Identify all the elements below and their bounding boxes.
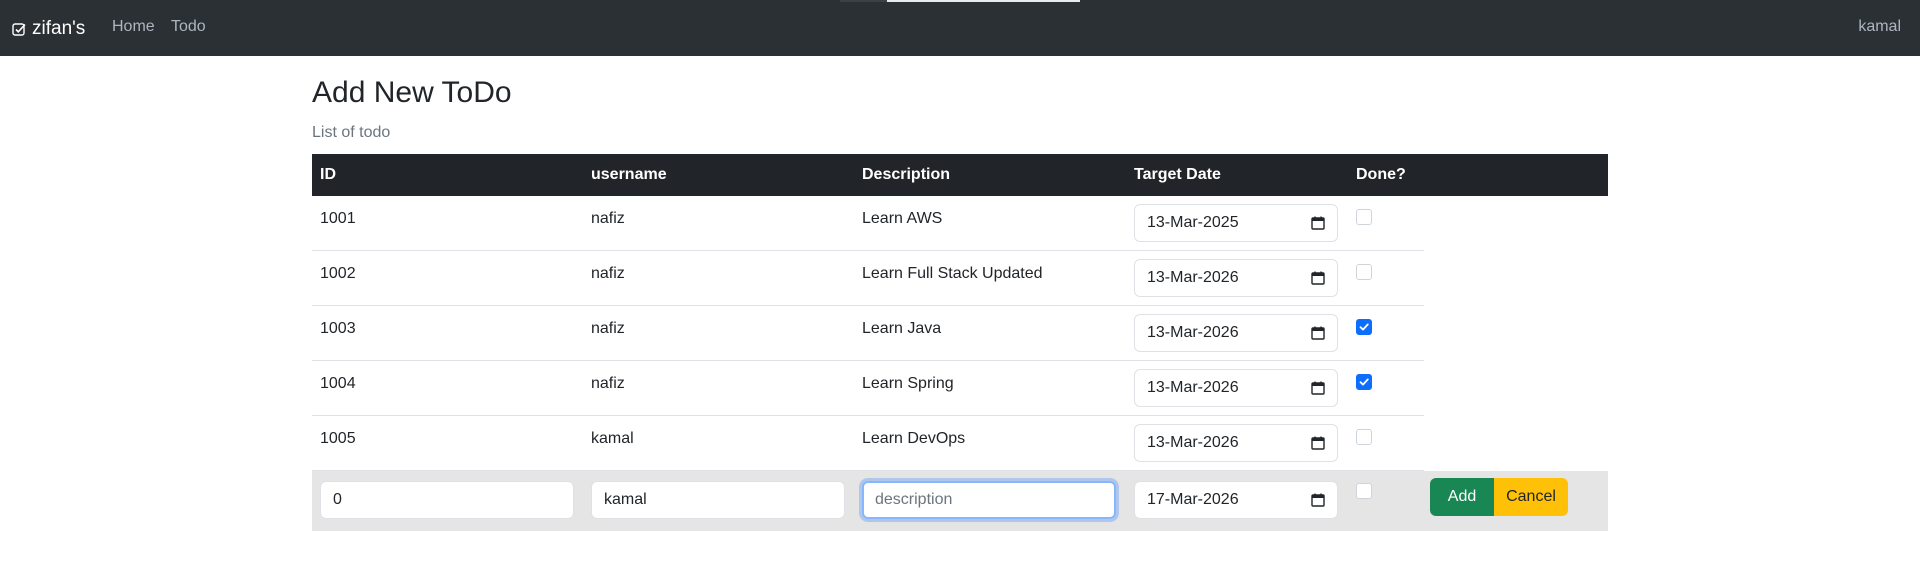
done-checkbox[interactable] (1356, 319, 1372, 335)
brand-name: zifan's (32, 18, 86, 39)
done-checkbox[interactable] (1356, 483, 1372, 499)
target-date-value: 17-Mar-2026 (1147, 491, 1239, 508)
nav-todo-link[interactable]: Todo (171, 18, 206, 36)
todo-username-cell: nafiz (591, 375, 625, 392)
todo-id-cell: 1003 (320, 320, 356, 337)
todo-username-cell: kamal (591, 430, 634, 447)
table-row: 1001 nafiz Learn AWS 13-Mar-2025 (312, 196, 1424, 251)
table-header: ID username Description Target Date Done… (312, 154, 1608, 196)
table-row: 1003 nafiz Learn Java 13-Mar-2026 (312, 306, 1424, 361)
calendar-icon[interactable] (1311, 436, 1325, 455)
target-date-input[interactable]: 13-Mar-2026 (1134, 259, 1338, 297)
add-button[interactable]: Add (1430, 478, 1494, 516)
column-header-done: Done? (1356, 166, 1406, 183)
done-checkbox[interactable] (1356, 264, 1372, 280)
todo-id-cell: 1002 (320, 265, 356, 282)
target-date-value: 13-Mar-2025 (1147, 214, 1239, 231)
calendar-icon[interactable] (1311, 326, 1325, 345)
todo-description-cell: Learn Spring (862, 375, 954, 392)
description-input[interactable]: description (862, 481, 1116, 519)
top-navbar: zifan's Home Todo kamal (0, 0, 1920, 56)
todo-username-cell: nafiz (591, 320, 625, 337)
target-date-value: 13-Mar-2026 (1147, 324, 1239, 341)
target-date-value: 13-Mar-2026 (1147, 269, 1239, 286)
calendar-icon[interactable] (1311, 216, 1325, 235)
todo-username-cell: nafiz (591, 265, 625, 282)
target-date-value: 13-Mar-2026 (1147, 379, 1239, 396)
column-header-username: username (591, 166, 667, 183)
calendar-icon[interactable] (1311, 381, 1325, 400)
todo-description-cell: Learn DevOps (862, 430, 966, 447)
target-date-input[interactable]: 13-Mar-2026 (1134, 424, 1338, 462)
target-date-input[interactable]: 13-Mar-2025 (1134, 204, 1338, 242)
todo-username-cell: nafiz (591, 210, 625, 227)
target-date-input[interactable]: 17-Mar-2026 (1134, 481, 1338, 519)
table-row: 1002 nafiz Learn Full Stack Updated 13-Mar-… (312, 251, 1424, 306)
nav-username[interactable]: kamal (1858, 18, 1901, 36)
table-row: 1004 nafiz Learn Spring 13-Mar-2026 (312, 361, 1424, 416)
table-row: 1005 kamal Learn DevOps 13-Mar-2026 (312, 416, 1424, 471)
todo-description-cell: Learn Java (862, 320, 942, 337)
navbar-accent-line (840, 0, 1080, 2)
target-date-input[interactable]: 13-Mar-2026 (1134, 369, 1338, 407)
username-input[interactable]: kamal (591, 481, 845, 519)
todo-description-cell: Learn Full Stack Updated (862, 265, 1043, 282)
column-header-description: Description (862, 166, 951, 183)
todo-id-cell: 1004 (320, 375, 356, 392)
done-checkbox[interactable] (1356, 429, 1372, 445)
checkbox-icon (12, 22, 26, 36)
brand-link[interactable]: zifan's (12, 16, 85, 42)
new-todo-form-row: 0 kamal description 17-Mar-2026 Add Canc… (312, 471, 1608, 531)
todo-id-cell: 1005 (320, 430, 356, 447)
target-date-value: 13-Mar-2026 (1147, 434, 1239, 451)
table-caption: List of todo (312, 124, 391, 141)
todo-id-cell: 1001 (320, 210, 356, 227)
nav-home-link[interactable]: Home (112, 18, 155, 36)
column-header-target-date: Target Date (1134, 166, 1221, 183)
calendar-icon[interactable] (1311, 271, 1325, 290)
target-date-input[interactable]: 13-Mar-2026 (1134, 314, 1338, 352)
done-checkbox[interactable] (1356, 209, 1372, 225)
column-header-id: ID (320, 166, 336, 183)
todo-description-cell: Learn AWS (862, 210, 943, 227)
calendar-icon[interactable] (1311, 493, 1325, 512)
cancel-button[interactable]: Cancel (1494, 478, 1568, 516)
page-title: Add New ToDo (312, 76, 512, 109)
done-checkbox[interactable] (1356, 374, 1372, 390)
id-input[interactable]: 0 (320, 481, 574, 519)
